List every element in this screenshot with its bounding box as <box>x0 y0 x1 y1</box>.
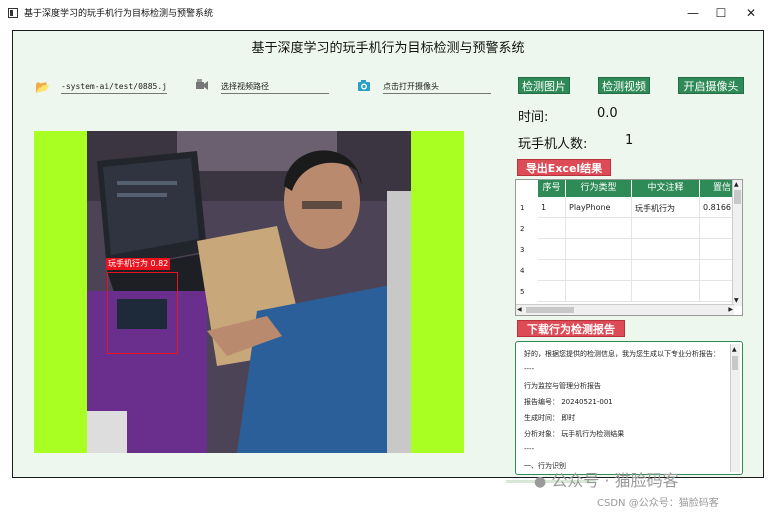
wechat-icon: ● <box>534 474 547 490</box>
open-camera-button[interactable]: 开启摄像头 <box>678 77 744 94</box>
detect-video-button[interactable]: 检测视频 <box>598 77 650 94</box>
detection-box <box>107 272 178 354</box>
grid-cell <box>538 260 566 281</box>
results-table: 序号 行为类型 中文注释 置信 1 2 3 4 5 1 PlayPhone 玩手… <box>515 179 743 316</box>
phone-count-value: 1 <box>625 133 634 148</box>
column-header-behavior-type[interactable]: 行为类型 <box>566 180 632 197</box>
scroll-up-icon[interactable]: ▲ <box>732 346 737 354</box>
scroll-right-icon[interactable]: ▶ <box>728 306 733 314</box>
cell-confidence[interactable]: 0.8166 <box>700 203 734 212</box>
scroll-up-icon[interactable]: ▲ <box>734 181 739 189</box>
grid-cell <box>700 239 734 260</box>
report-line: 报告编号： 20240521-001 <box>524 398 613 406</box>
grid-cell <box>700 260 734 281</box>
time-value: 0.0 <box>597 106 618 121</box>
grid-cell <box>700 281 734 302</box>
report-textarea[interactable]: 好的，根据您提供的检测信息，我为您生成以下专业分析报告： ---- 行为监控与管… <box>515 341 743 475</box>
detection-label: 玩手机行为 0.82 <box>106 258 171 270</box>
table-horizontal-scrollbar[interactable]: ◀ ▶ <box>516 304 734 315</box>
detect-image-button[interactable]: 检测图片 <box>518 77 570 94</box>
report-line: 分析对象： 玩手机行为检测结果 <box>524 430 625 438</box>
cell-behavior-type[interactable]: PlayPhone <box>566 203 632 212</box>
grid-cell <box>700 218 734 239</box>
report-line: 生成时间： 即时 <box>524 414 576 422</box>
report-line: 好的，根据您提供的检测信息，我为您生成以下专业分析报告： <box>524 350 720 358</box>
maximize-button[interactable]: ☐ <box>706 2 736 24</box>
video-file-icon[interactable] <box>195 78 209 95</box>
row-number[interactable]: 1 <box>516 204 538 212</box>
video-path-field[interactable]: 选择视频路径 <box>221 80 329 94</box>
report-line: ---- <box>524 365 535 373</box>
window-title: 基于深度学习的玩手机行为目标检测与预警系统 <box>24 9 214 19</box>
download-report-button[interactable]: 下载行为检测报告 <box>517 320 625 337</box>
minimize-button[interactable]: — <box>678 2 708 24</box>
row-number[interactable]: 3 <box>516 246 538 254</box>
scroll-thumb[interactable] <box>526 307 574 313</box>
scroll-down-icon[interactable]: ▼ <box>734 297 739 305</box>
camera-icon[interactable] <box>357 79 371 95</box>
detected-photo: 玩手机行为 0.82 <box>87 131 411 453</box>
row-number[interactable]: 2 <box>516 225 538 233</box>
report-line: 行为监控与管理分析报告 <box>524 382 601 390</box>
column-header-confidence[interactable]: 置信 <box>700 180 734 197</box>
scroll-thumb[interactable] <box>734 190 741 204</box>
table-corner <box>516 180 538 197</box>
grid-cell <box>632 218 700 239</box>
column-header-chinese-note[interactable]: 中文注释 <box>632 180 700 197</box>
image-path-field[interactable]: -system-ai/test/0885.jpg <box>61 80 167 94</box>
grid-cell <box>632 260 700 281</box>
app-window-icon <box>8 8 18 18</box>
grid-cell <box>538 218 566 239</box>
grid-cell <box>632 239 700 260</box>
grid-cell <box>566 281 632 302</box>
main-panel: 基于深度学习的玩手机行为目标检测与预警系统 📂 -system-ai/test/… <box>12 30 764 478</box>
cell-chinese-note[interactable]: 玩手机行为 <box>632 203 700 214</box>
watermark-text: 公众号 · 猫脸码客 <box>551 471 679 490</box>
app-title: 基于深度学习的玩手机行为目标检测与预警系统 <box>251 41 525 56</box>
camera-field[interactable]: 点击打开摄像头 <box>383 80 491 94</box>
grid-cell <box>566 239 632 260</box>
report-line: ---- <box>524 445 535 453</box>
grid-cell <box>538 281 566 302</box>
row-number[interactable]: 4 <box>516 267 538 275</box>
grid-cell <box>566 260 632 281</box>
grid-cell <box>566 218 632 239</box>
scroll-thumb[interactable] <box>732 356 738 370</box>
image-display: 玩手机行为 0.82 <box>34 131 464 453</box>
watermark-csdn: CSDN @公众号：猫脸码客 <box>597 498 719 509</box>
time-label: 时间: <box>518 110 549 125</box>
report-scrollbar[interactable]: ▲ <box>730 344 740 472</box>
window-titlebar: 基于深度学习的玩手机行为目标检测与预警系统 — ☐ ✕ <box>0 0 775 26</box>
column-header-index[interactable]: 序号 <box>538 180 566 197</box>
row-number[interactable]: 5 <box>516 288 538 296</box>
grid-cell <box>632 281 700 302</box>
scroll-left-icon[interactable]: ◀ <box>517 306 522 314</box>
phone-count-label: 玩手机人数: <box>518 137 588 152</box>
export-excel-button[interactable]: 导出Excel结果 <box>517 159 611 176</box>
watermark-wechat: ● 公众号 · 猫脸码客 <box>534 467 679 491</box>
table-vertical-scrollbar[interactable]: ▲ ▼ <box>732 180 742 306</box>
folder-icon[interactable]: 📂 <box>35 80 50 94</box>
table-header: 序号 行为类型 中文注释 置信 <box>516 180 734 197</box>
close-button[interactable]: ✕ <box>736 2 766 24</box>
cell-index[interactable]: 1 <box>538 203 566 212</box>
grid-cell <box>538 239 566 260</box>
